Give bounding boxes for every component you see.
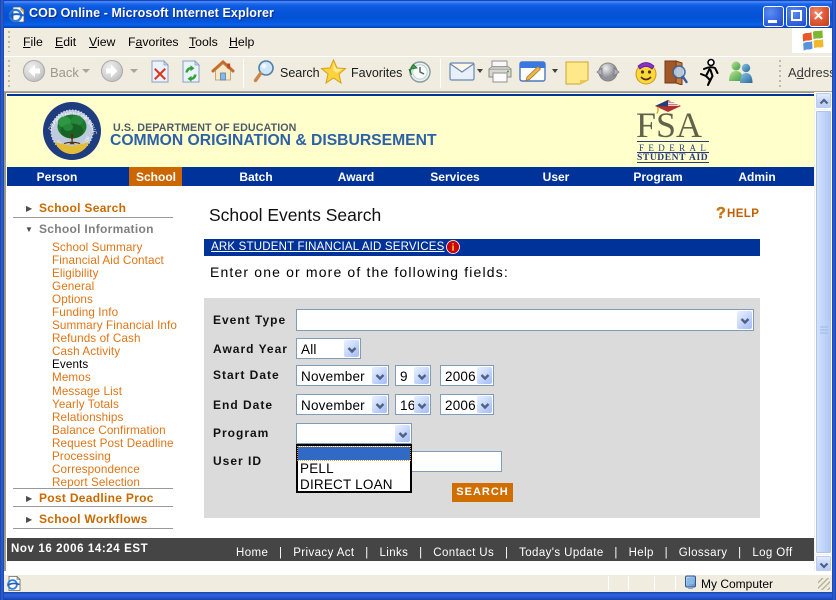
svg-text:i: i (452, 243, 455, 254)
